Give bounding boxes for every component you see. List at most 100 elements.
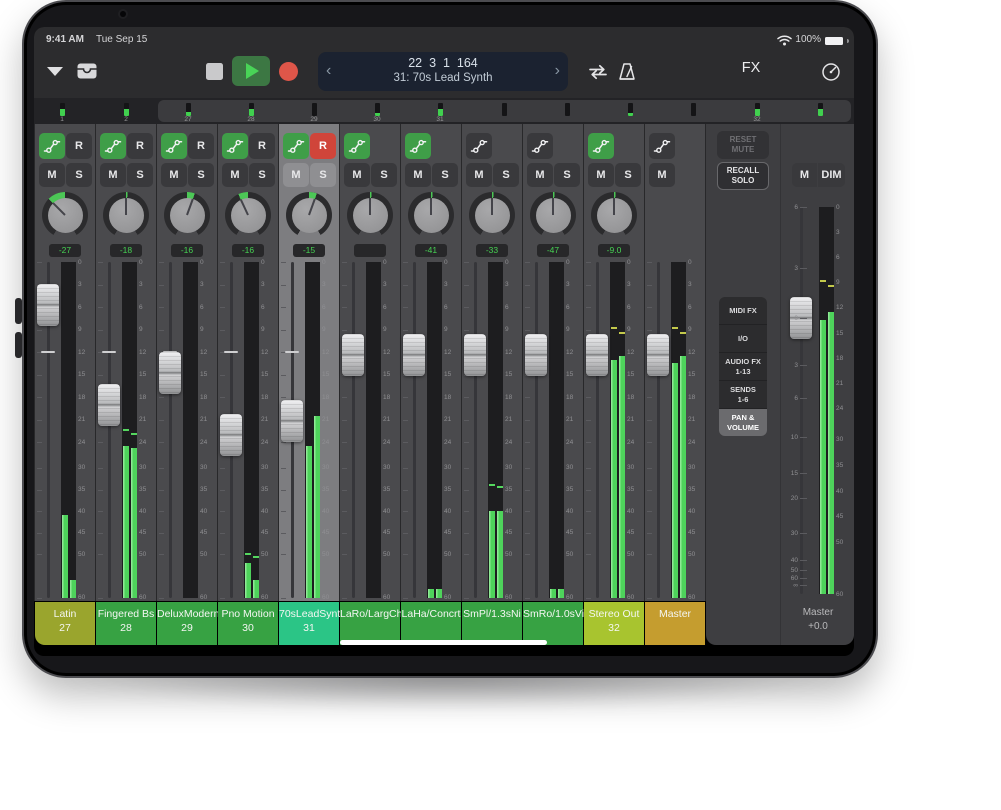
recall-solo-button[interactable]: RECALL SOLO [717,162,769,190]
master-dim-button[interactable]: DIM [818,163,845,187]
fader-track[interactable] [535,262,538,598]
mute-button[interactable]: M [527,163,553,187]
fader-cap[interactable] [464,334,486,376]
automation-button[interactable] [649,133,675,159]
pan-knob[interactable] [347,192,393,238]
track-label[interactable]: Master [645,602,705,645]
section-button-audio-fx-1-13[interactable]: AUDIO FX 1-13 [719,352,767,380]
pan-knob[interactable] [42,192,88,238]
mute-button[interactable]: M [405,163,431,187]
automation-button[interactable] [161,133,187,159]
fader-cap[interactable] [403,334,425,376]
record-arm-button[interactable]: R [66,133,92,159]
fader-track[interactable] [108,262,111,598]
track-label[interactable]: Latin27 [35,602,95,645]
track-label[interactable]: LaRo/LargCh [340,602,400,645]
record-arm-button[interactable]: R [249,133,275,159]
automation-button[interactable] [283,133,309,159]
automation-button[interactable] [344,133,370,159]
fader-cap[interactable] [647,334,669,376]
fader-cap[interactable] [281,400,303,442]
fx-button[interactable]: FX [734,60,768,76]
automation-button[interactable] [100,133,126,159]
automation-button[interactable] [405,133,431,159]
automation-button[interactable] [588,133,614,159]
mute-button[interactable]: M [466,163,492,187]
pan-knob[interactable] [164,192,210,238]
automation-button[interactable] [222,133,248,159]
solo-button[interactable]: S [249,163,275,187]
mute-button[interactable]: M [344,163,370,187]
fader-cap[interactable] [342,334,364,376]
fader-track[interactable] [657,262,660,598]
solo-button[interactable]: S [371,163,397,187]
solo-button[interactable]: S [310,163,336,187]
play-button[interactable] [232,56,270,86]
mute-button[interactable]: M [39,163,65,187]
record-arm-button[interactable]: R [310,133,336,159]
automation-button[interactable] [527,133,553,159]
track-label[interactable]: Stereo Out32 [584,602,644,645]
track-label[interactable]: LaHa/Concrt [401,602,461,645]
fader-cap[interactable] [37,284,59,326]
track-label[interactable]: SmRo/1.0sVi [523,602,583,645]
metronome-button[interactable] [614,59,640,85]
fader-track[interactable] [474,262,477,598]
pan-knob[interactable] [469,192,515,238]
track-label[interactable]: Fingered Bs28 [96,602,156,645]
mute-button[interactable]: M [588,163,614,187]
record-button[interactable] [279,62,298,81]
solo-button[interactable]: S [188,163,214,187]
fader-cap[interactable] [159,352,181,394]
mute-button[interactable]: M [161,163,187,187]
solo-button[interactable]: S [127,163,153,187]
mute-button[interactable]: M [222,163,248,187]
solo-button[interactable]: S [493,163,519,187]
view-chevron-button[interactable] [42,58,68,84]
settings-button[interactable] [818,59,844,85]
pan-knob[interactable] [591,192,637,238]
lcd-next-icon[interactable]: › [555,60,560,82]
record-arm-button[interactable]: R [127,133,153,159]
track-label[interactable]: Pno Motion30 [218,602,278,645]
mute-button[interactable]: M [283,163,309,187]
volume-down-button[interactable] [15,332,22,358]
pan-knob[interactable] [286,192,332,238]
section-button-pan-volume[interactable]: PAN & VOLUME [719,408,767,436]
pan-knob[interactable] [408,192,454,238]
fader-track[interactable] [169,262,172,598]
track-label[interactable]: SmPl/1.3sNi [462,602,522,645]
solo-button[interactable]: S [66,163,92,187]
track-label[interactable]: DeluxModern29 [157,602,217,645]
volume-up-button[interactable] [15,298,22,324]
fader-cap[interactable] [525,334,547,376]
reset-mute-button[interactable]: RESET MUTE [717,131,769,159]
master-mute-button[interactable]: M [792,163,817,187]
fader-cap[interactable] [220,414,242,456]
scroll-indicator[interactable] [340,640,547,645]
lcd-display[interactable]: ‹ 22 3 1 164 31: 70s Lead Synth › [318,52,568,91]
section-button-sends-1-6[interactable]: SENDS 1-6 [719,380,767,408]
fader-track[interactable] [596,262,599,598]
track-label[interactable]: 70sLeadSynt31 [279,602,339,645]
library-tray-button[interactable] [74,58,100,84]
record-arm-button[interactable]: R [188,133,214,159]
pan-knob[interactable] [103,192,149,238]
automation-button[interactable] [466,133,492,159]
master-fader-track[interactable] [800,207,803,594]
mute-button[interactable]: M [649,163,675,187]
track-overview-strip[interactable]: 12272829303132 [34,98,854,124]
section-button-i-o[interactable]: I/O [719,324,767,352]
fader-cap[interactable] [586,334,608,376]
mute-button[interactable]: M [100,163,126,187]
pan-knob[interactable] [225,192,271,238]
fader-cap[interactable] [98,384,120,426]
fader-track[interactable] [413,262,416,598]
pan-knob[interactable] [530,192,576,238]
automation-button[interactable] [39,133,65,159]
section-button-midi-fx[interactable]: MIDI FX [719,297,767,324]
solo-button[interactable]: S [432,163,458,187]
solo-button[interactable]: S [615,163,641,187]
solo-button[interactable]: S [554,163,580,187]
cycle-button[interactable] [585,59,611,85]
